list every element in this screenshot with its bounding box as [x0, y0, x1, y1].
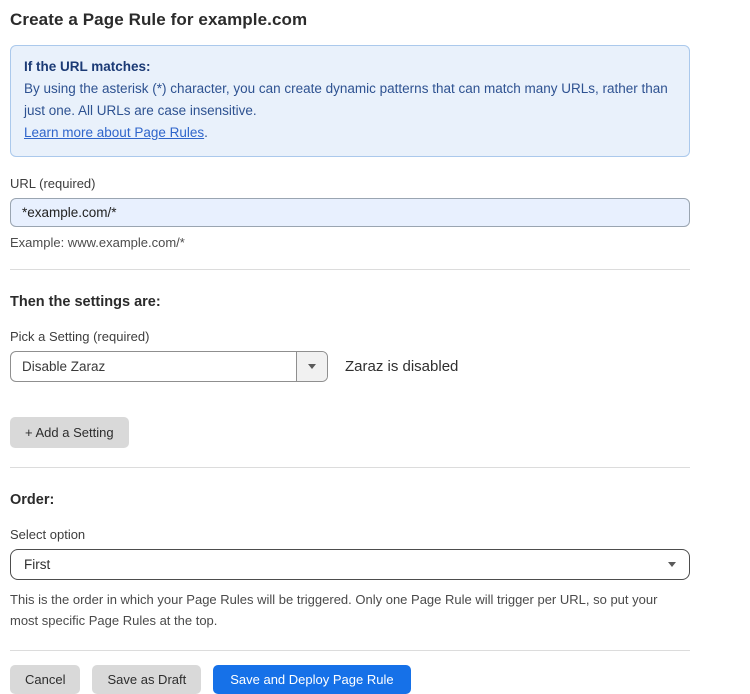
divider [10, 467, 690, 468]
setting-select-arrow-button[interactable] [296, 352, 327, 381]
url-match-info-box: If the URL matches: By using the asteris… [10, 45, 690, 157]
save-as-draft-button[interactable]: Save as Draft [92, 665, 201, 694]
info-box-body: By using the asterisk (*) character, you… [24, 78, 675, 122]
divider [10, 269, 690, 270]
link-period: . [204, 125, 208, 140]
page-rule-form: Create a Page Rule for example.com If th… [10, 0, 690, 694]
info-box-link-line: Learn more about Page Rules. [24, 122, 675, 144]
info-box-heading: If the URL matches: [24, 56, 675, 78]
page-title: Create a Page Rule for example.com [10, 10, 690, 30]
cancel-button[interactable]: Cancel [10, 665, 80, 694]
url-field-label: URL (required) [10, 176, 690, 191]
order-section-heading: Order: [10, 492, 690, 508]
chevron-down-icon [308, 364, 316, 369]
learn-more-link[interactable]: Learn more about Page Rules [24, 125, 204, 140]
chevron-down-icon [668, 562, 676, 567]
pick-setting-label: Pick a Setting (required) [10, 329, 690, 344]
setting-select-value: Disable Zaraz [11, 352, 296, 381]
save-and-deploy-button[interactable]: Save and Deploy Page Rule [213, 665, 410, 694]
divider [10, 650, 690, 651]
order-select[interactable]: First [10, 549, 690, 580]
setting-picker-row: Disable Zaraz Zaraz is disabled [10, 351, 690, 382]
setting-select[interactable]: Disable Zaraz [10, 351, 328, 382]
add-setting-button[interactable]: + Add a Setting [10, 417, 129, 448]
form-action-buttons: Cancel Save as Draft Save and Deploy Pag… [10, 665, 690, 694]
order-select-value: First [24, 557, 50, 572]
url-input[interactable] [10, 198, 690, 227]
settings-section-heading: Then the settings are: [10, 294, 690, 310]
url-example-helper: Example: www.example.com/* [10, 235, 690, 250]
order-helper-text: This is the order in which your Page Rul… [10, 589, 682, 631]
setting-status-text: Zaraz is disabled [345, 358, 458, 375]
order-select-label: Select option [10, 527, 690, 542]
